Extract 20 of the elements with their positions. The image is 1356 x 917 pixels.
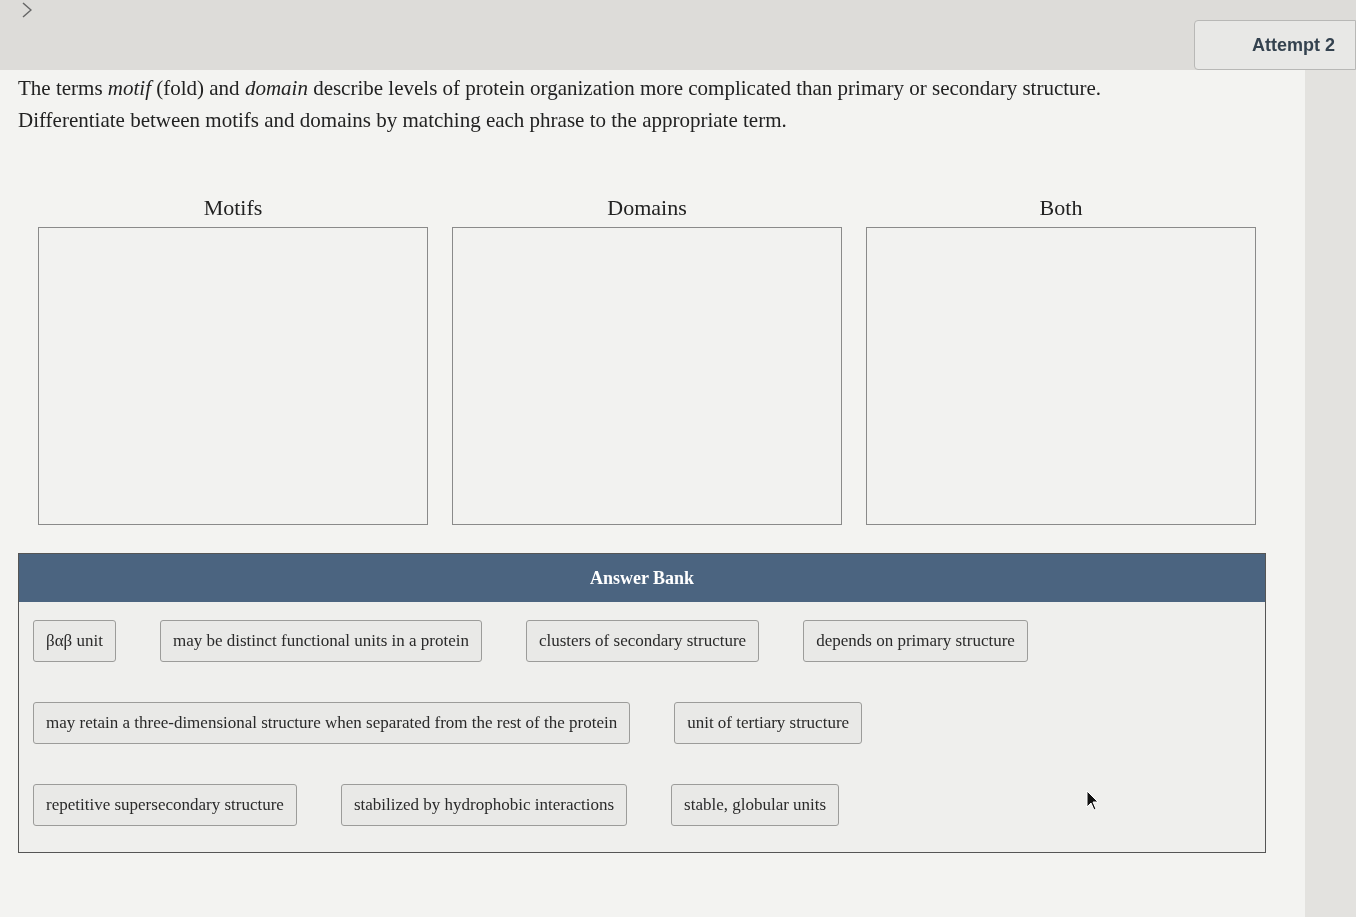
answer-chip[interactable]: unit of tertiary structure xyxy=(674,702,863,744)
answer-chip[interactable]: stabilized by hydrophobic interactions xyxy=(340,784,628,826)
drop-zone[interactable] xyxy=(866,227,1256,525)
answer-chip[interactable]: repetitive supersecondary structure xyxy=(33,784,297,826)
answer-chip[interactable]: may be distinct functional units in a protein xyxy=(159,620,482,662)
chevron-right-icon[interactable] xyxy=(22,2,32,18)
answer-chip[interactable]: clusters of secondary structure xyxy=(525,620,760,662)
attempt-label: Attempt 2 xyxy=(1194,20,1356,70)
answer-chip[interactable]: may retain a three-dimensional structure when separated from the rest of the protein xyxy=(33,702,631,744)
category-label: Both xyxy=(1039,194,1083,222)
category-label: Domains xyxy=(607,194,687,222)
answer-bank-header: Answer Bank xyxy=(19,554,1265,602)
question-text: The terms motif (fold) and domain describe levels of protein organization more complicated than primary or secondary structure. Differentiate between motifs and domains by matching each phrase to the appropriate term. xyxy=(18,75,1103,134)
drop-zone[interactable] xyxy=(38,227,428,525)
answer-chip[interactable]: stable, globular units xyxy=(671,784,840,826)
drop-zone[interactable] xyxy=(452,227,842,525)
category-label: Motifs xyxy=(203,194,263,222)
mouse-cursor-icon xyxy=(1086,790,1100,812)
answer-chip[interactable]: βαβ unit xyxy=(33,620,116,662)
answer-chip[interactable]: depends on primary structure xyxy=(803,620,1028,662)
